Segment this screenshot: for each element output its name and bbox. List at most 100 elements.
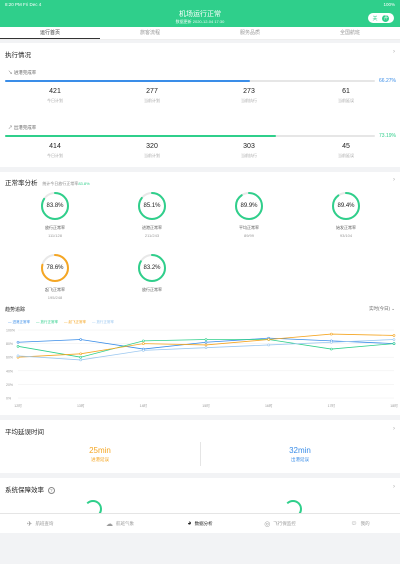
data-point [392, 334, 396, 337]
punctuality-ring: 83.8% 放行正常率 111/128 [25, 190, 85, 238]
status-time: 8:20 PM Fri Dec 4 [5, 2, 42, 7]
chevron-right-icon[interactable]: › [393, 49, 395, 55]
monitor-icon: ◎ [264, 520, 271, 528]
data-point [79, 358, 82, 362]
data-point [267, 343, 270, 347]
arrival-rate-value: 73.19% [379, 133, 396, 139]
tab-national[interactable]: 全国航班 [300, 27, 400, 39]
x-tick-label: 16时 [265, 403, 273, 408]
departure-stat: 421 今日计划 [47, 88, 63, 103]
ring-fraction: 93/104 [339, 233, 353, 238]
y-tick-label: 40% [6, 369, 13, 373]
ring-value: 89.4% [337, 203, 355, 209]
data-point [16, 345, 20, 348]
tab-overview[interactable]: 运行首页 [0, 27, 100, 39]
nav-monitor[interactable]: ◎ 飞行保监控 [240, 514, 320, 533]
data-point [16, 340, 20, 344]
y-tick-label: 80% [6, 342, 13, 346]
ring-value: 78.6% [46, 265, 64, 271]
help-icon[interactable]: ? [47, 487, 55, 494]
legend-item: 放行正常率 [92, 320, 114, 325]
data-point [330, 332, 333, 336]
tab-service[interactable]: 服务品质 [200, 27, 300, 39]
ring-name: 起飞正常率 [45, 287, 65, 292]
top-tabs: 运行首页 旅客流程 服务品质 全国航班 [0, 27, 400, 40]
departure-stat: 277 当前计划 [144, 88, 160, 103]
efficiency-title: 系统保障效率 ? [5, 484, 55, 494]
data-point [79, 338, 82, 341]
mode-toggle[interactable]: 关 开 [368, 13, 394, 23]
trend-legend: 进港正常率 放行正常率 起飞正常率 放行正常率 [8, 320, 114, 325]
data-point [142, 339, 145, 343]
ring-value: 89.9% [240, 203, 258, 209]
efficiency-ring [84, 500, 102, 513]
delay-title: 平均延误时间 [5, 429, 44, 436]
data-point [79, 352, 82, 356]
data-point [142, 349, 145, 352]
arrival-rate-label: ↗ 出港完成率 [8, 125, 37, 130]
nav-weather[interactable]: ☁ 航班气象 [80, 514, 160, 533]
update-time: 数据更新 2020-12-04 17:30 [175, 19, 225, 24]
nav-data-analysis[interactable]: ◕ 数据分析 [160, 514, 240, 533]
y-tick-label: 60% [6, 356, 13, 360]
ring-fraction: 111/128 [48, 233, 62, 238]
legend-item: 起飞正常率 [64, 320, 86, 325]
legend-item: 放行正常率 [36, 320, 58, 325]
efficiency-card: 系统保障效率 ? › [0, 478, 400, 513]
data-point [16, 354, 20, 358]
chevron-right-icon[interactable]: › [393, 177, 395, 183]
chevron-right-icon[interactable]: › [393, 484, 395, 490]
ring-name: 始发正常率 [336, 225, 356, 230]
data-point [142, 342, 145, 345]
arrival-stat: 320 当前计划 [144, 143, 160, 158]
trend-filter[interactable]: 实时(今日) ⌄ [369, 306, 395, 312]
ring-name: 放行正常率 [142, 287, 162, 292]
x-tick-label: 18时 [390, 403, 398, 408]
tab-passenger[interactable]: 旅客流程 [100, 27, 200, 39]
status-battery: 100% [383, 2, 395, 7]
data-point [392, 338, 396, 341]
nav-flight-query[interactable]: ✈ 航班查询 [0, 514, 80, 533]
status-bar: 8:20 PM Fri Dec 4 100% [0, 0, 400, 8]
execution-card: 执行情况 › ↘ 进港完成率 66.27% 421 今日计划 277 当前计划 27… [0, 43, 400, 167]
page-title: 机场运行正常 [179, 11, 221, 18]
legend-item: 进港正常率 [8, 320, 30, 325]
data-point [79, 355, 82, 359]
x-tick-label: 12时 [14, 403, 22, 408]
punctuality-ring: 83.2% 放行正常率 [122, 252, 182, 295]
ring-name: 放行正常率 [45, 225, 65, 230]
plane-icon: ✈ [26, 520, 33, 528]
ring-name: 进港正常率 [142, 225, 162, 230]
efficiency-ring [284, 500, 302, 513]
arrival-progress-fill [5, 135, 276, 137]
punctuality-card: 正常率分析 统计今日放行正常率83.8% › 83.8% 放行正常率 111/128… [0, 172, 400, 415]
x-tick-label: 13时 [77, 403, 85, 408]
departure-rate-label: ↘ 进港完成率 [8, 70, 37, 75]
departure-progress-fill [5, 80, 251, 82]
x-tick-label: 17时 [328, 403, 336, 408]
ring-value: 83.8% [46, 203, 64, 209]
y-tick-label: 100% [6, 329, 15, 333]
punctuality-ring: 85.1% 进港正常率 211/243 [122, 190, 182, 238]
trend-title: 趋势追踪 [5, 307, 26, 313]
cloud-icon: ☁ [106, 520, 113, 528]
punctuality-title: 正常率分析 统计今日放行正常率83.8% [5, 180, 90, 187]
arrival-stat: 45 当前延误 [338, 143, 354, 158]
ring-value: 83.2% [143, 265, 161, 271]
chevron-right-icon[interactable]: › [393, 426, 395, 432]
nav-profile[interactable]: ☺ 我的 [320, 514, 400, 533]
divider [200, 442, 201, 466]
app-header: 8:20 PM Fri Dec 4 100% 机场运行正常 数据更新 2020-… [0, 0, 400, 27]
data-point [392, 342, 396, 345]
arrival-delay: 25min 进港延误 [89, 446, 111, 462]
toggle-label: 关 [372, 15, 378, 22]
data-point [204, 343, 208, 347]
toggle-dot: 开 [382, 14, 390, 22]
arrival-stat: 414 今日计划 [47, 143, 63, 158]
punctuality-ring: 89.4% 始发正常率 93/104 [316, 190, 376, 238]
data-point [204, 340, 208, 344]
departure-rate-value: 66.27% [379, 78, 396, 84]
ring-fraction: 89/99 [243, 233, 254, 238]
arrival-stat: 303 当前执行 [241, 143, 257, 158]
x-tick-label: 15时 [202, 403, 210, 408]
